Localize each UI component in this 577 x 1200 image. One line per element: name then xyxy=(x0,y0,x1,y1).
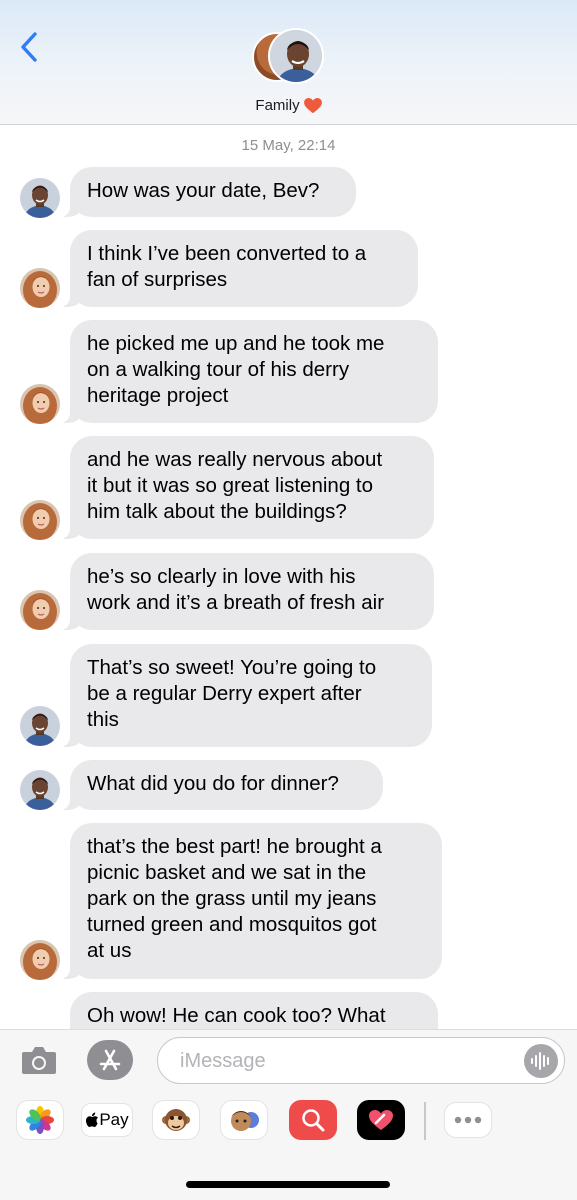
imessage-placeholder: iMessage xyxy=(180,1050,266,1072)
more-apps-button[interactable] xyxy=(444,1102,492,1138)
camera-icon xyxy=(22,1047,56,1074)
group-title[interactable]: Family xyxy=(0,97,577,114)
monkey-icon xyxy=(162,1109,190,1131)
chevron-left-icon xyxy=(21,32,37,62)
sender-avatar-woman[interactable] xyxy=(20,268,60,308)
imessage-input[interactable]: iMessage xyxy=(157,1037,565,1084)
sender-avatar-woman[interactable] xyxy=(20,590,60,630)
app-drawer-divider xyxy=(424,1102,426,1140)
conversation-header: Family xyxy=(0,0,577,125)
message-bubble[interactable]: he’s so clearly in love with his work an… xyxy=(60,553,434,630)
images-app-button[interactable] xyxy=(289,1100,337,1140)
memoji-app-button[interactable] xyxy=(220,1100,268,1140)
message-timestamp: 15 May, 22:14 xyxy=(241,137,336,154)
digital-touch-app-button[interactable] xyxy=(357,1100,405,1140)
compose-bar: iMessage Pay xyxy=(0,1029,577,1200)
message-bubble[interactable]: that’s the best part! he brought a picni… xyxy=(60,823,442,979)
group-name-label: Family xyxy=(255,97,300,114)
animoji-app-button[interactable] xyxy=(152,1100,200,1140)
apple-logo-icon xyxy=(86,1112,99,1127)
back-button[interactable] xyxy=(14,30,44,64)
sender-avatar-woman[interactable] xyxy=(20,940,60,980)
sender-avatar-man[interactable] xyxy=(20,706,60,746)
memoji-icon xyxy=(231,1111,259,1131)
sender-avatar-woman[interactable] xyxy=(20,500,60,540)
message-bubble[interactable]: and he was really nervous about it but i… xyxy=(60,436,434,539)
photos-icon xyxy=(26,1106,54,1134)
sender-avatar-man[interactable] xyxy=(20,770,60,810)
heart-touch-icon xyxy=(369,1110,393,1130)
apple-pay-label: Pay xyxy=(99,1110,129,1129)
message-bubble[interactable]: he picked me up and he took me on a walk… xyxy=(60,320,438,423)
image-search-icon xyxy=(302,1109,325,1132)
audio-message-button[interactable] xyxy=(524,1044,558,1078)
sender-avatar-woman[interactable] xyxy=(20,384,60,424)
heart-icon xyxy=(303,97,322,113)
photos-app-button[interactable] xyxy=(16,1100,64,1140)
camera-button[interactable] xyxy=(21,1044,57,1078)
app-drawer: Pay xyxy=(0,1100,577,1144)
message-bubble[interactable]: That’s so sweet! You’re going to be a re… xyxy=(60,644,432,747)
message-bubble[interactable]: How was your date, Bev? xyxy=(60,167,356,217)
avatar-man xyxy=(268,28,324,84)
message-bubble[interactable]: I think I’ve been converted to a fan of … xyxy=(60,230,418,307)
waveform-icon xyxy=(531,1052,549,1070)
apple-pay-button[interactable]: Pay xyxy=(81,1103,133,1137)
app-store-button[interactable] xyxy=(87,1040,133,1080)
group-avatar[interactable] xyxy=(252,28,324,90)
message-bubble[interactable]: What did you do for dinner? xyxy=(60,760,383,810)
more-icon xyxy=(454,1116,482,1124)
sender-avatar-man[interactable] xyxy=(20,178,60,218)
home-indicator[interactable] xyxy=(186,1181,390,1188)
app-store-icon xyxy=(99,1049,121,1071)
